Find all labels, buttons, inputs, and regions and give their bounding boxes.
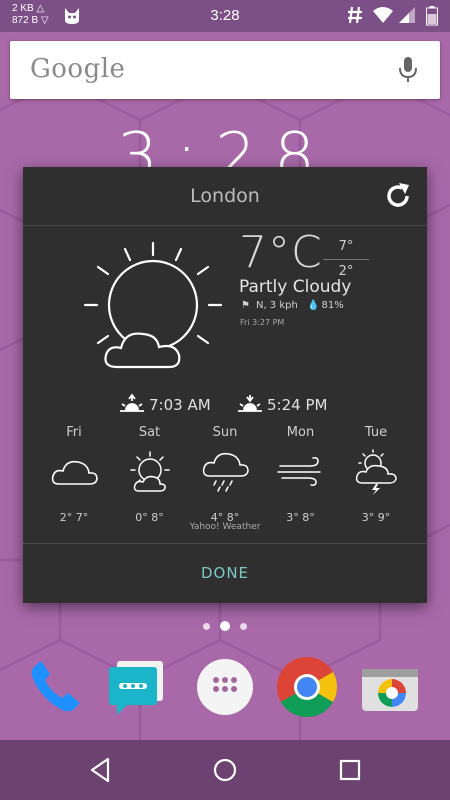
sunrise: 7:03 AM [119,393,211,414]
back-icon[interactable] [88,757,112,783]
forecast-day-name: Sat [138,425,161,440]
partly-cloudy-icon [83,241,223,369]
camera-app[interactable] [358,655,422,719]
forecast-day-name: Fri [66,425,82,440]
forecast-day: Mon 3° 8° [264,425,338,524]
sunset: 5:24 PM [237,393,327,414]
navigation-bar [0,740,450,800]
divider [23,225,427,226]
page-dot-active[interactable] [220,621,230,631]
location-title: London [190,185,260,207]
app-drawer-icon[interactable] [193,655,257,719]
forecast-day-name: Tue [364,425,388,440]
sunrise-time: 7:03 AM [149,396,211,414]
flag-icon: ⚑ [241,300,250,311]
sunrise-icon [120,393,144,412]
google-search-bar[interactable]: Google [10,41,440,99]
page-dot[interactable] [203,622,210,630]
humidity-text: 81% [321,300,344,311]
weather-source: Yahoo! Weather [189,522,261,532]
weather-details: ⚑ N, 3 kph 💧 81% [241,300,350,311]
forecast-day-name: Sun [212,425,238,440]
sunset-time: 5:24 PM [267,396,328,414]
sunset-icon [238,395,262,412]
current-temperature: 7°C [239,227,323,278]
done-button[interactable]: DONE [23,564,427,582]
status-bar: 2 KB △ 872 B ▽ 3:28 [0,0,450,32]
messenger-app[interactable] [103,655,167,719]
phone-app[interactable] [24,655,88,719]
page-dot[interactable] [240,622,247,630]
drop-icon: 💧 [307,300,320,311]
cloud-icon [51,460,98,485]
forecast-day: Sun 4° 8° [188,425,262,524]
wind-icon [276,457,321,486]
battery-icon [426,6,438,26]
page-indicator [0,621,450,631]
partly-sunny-icon [129,451,170,492]
hilo-divider [323,259,369,260]
condition-text: Partly Cloudy [239,277,352,297]
updated-time: Fri 3:27 PM [240,318,285,327]
chrome-app[interactable] [275,655,339,719]
high-low: 7° 2° [323,239,369,279]
hash-icon [348,6,362,24]
forecast-day-name: Mon [286,425,315,440]
wifi-icon [373,7,393,23]
weather-dialog: London 7°C 7° 2° Partly Cloudy ⚑ N, 3 kph… [23,167,427,603]
mic-icon[interactable] [398,56,418,84]
forecast-day: Fri 2° 7° [37,425,111,524]
storm-icon [355,449,397,495]
forecast-list: Fri 2° 7° Sat 0° 8° Sun 4° 8° Mon 3° 8° … [37,425,413,524]
divider [23,543,427,544]
forecast-day: Tue 3° 9° [339,425,413,524]
home-icon[interactable] [212,757,238,783]
refresh-icon[interactable] [383,181,413,211]
recents-icon[interactable] [339,757,361,783]
high-temp: 7° [338,239,354,254]
rain-cloud-icon [202,452,249,492]
forecast-day: Sat 0° 8° [113,425,187,524]
wind-text: N, 3 kph [255,300,298,311]
signal-icon [399,7,415,23]
google-logo: Google [30,54,126,84]
